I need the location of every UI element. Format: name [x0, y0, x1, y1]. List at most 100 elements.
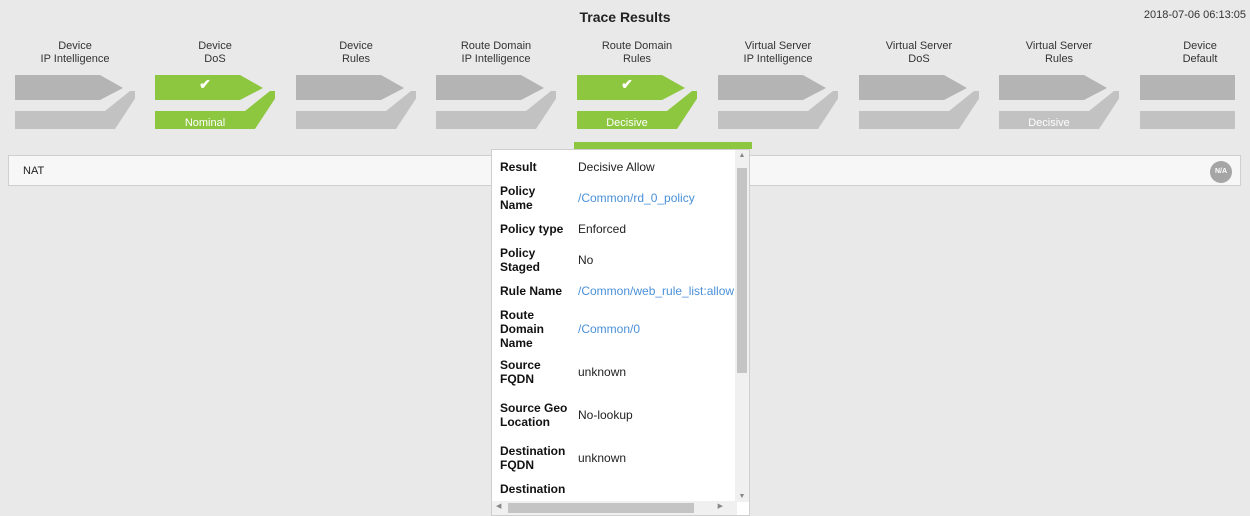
- timestamp: 2018-07-06 06:13:05: [1143, 9, 1246, 21]
- stage-label: Route Domain Rules: [567, 40, 707, 66]
- detail-value-link[interactable]: /Common/0: [570, 304, 734, 354]
- stage-virtual-server-rules[interactable]: Virtual Server Rules Decisive: [999, 40, 1119, 136]
- details-row: Result Decisive Allow: [500, 154, 734, 180]
- stage-arrow-upper: [296, 75, 404, 100]
- details-row: Policy type Enforced: [500, 216, 734, 242]
- detail-key: Policy Name: [500, 184, 536, 212]
- stage-arrow-icon: [15, 75, 135, 129]
- stage-label-line2: Rules: [622, 53, 652, 65]
- stage-arrow-upper: [15, 75, 123, 100]
- stage-device-dos[interactable]: Device DoS ✔ Nominal: [155, 40, 275, 136]
- stage-label: Virtual Server DoS: [849, 40, 989, 66]
- stage-arrow-upper: [436, 75, 544, 100]
- stage-label-line1: Virtual Server: [1025, 40, 1093, 52]
- details-row: Destination FQDN unknown: [500, 440, 734, 476]
- stage-label-line2: IP Intelligence: [743, 53, 813, 65]
- stage-label-line1: Route Domain: [460, 40, 532, 52]
- scroll-right-icon[interactable]: ▶: [718, 502, 723, 510]
- stage-route-domain-ip-intelligence[interactable]: Route Domain IP Intelligence: [436, 40, 556, 136]
- stage-arrow-upper: [859, 75, 967, 100]
- details-row: Source FQDN unknown: [500, 354, 734, 390]
- nat-label: NAT: [23, 165, 45, 177]
- stage-label-line1: Virtual Server: [744, 40, 812, 52]
- detail-key: Policy Staged: [500, 246, 541, 274]
- stage-device-ip-intelligence[interactable]: Device IP Intelligence: [15, 40, 135, 136]
- trace-pipeline: Device IP Intelligence Device DoS ✔ Nominal De…: [0, 40, 1250, 136]
- horizontal-scroll-thumb[interactable]: [508, 503, 694, 513]
- detail-key: Destination FQDN: [500, 444, 566, 472]
- stage-device-rules[interactable]: Device Rules: [296, 40, 416, 136]
- stage-arrow-icon: [859, 75, 979, 129]
- detail-key: Route Domain Name: [500, 308, 545, 350]
- vertical-scrollbar[interactable]: ▲ ▼: [735, 150, 749, 502]
- detail-value: [570, 476, 734, 502]
- detail-value: unknown: [578, 451, 627, 465]
- stage-label: Virtual Server Rules: [989, 40, 1129, 66]
- detail-value: Decisive Allow: [578, 160, 655, 174]
- stage-status: Decisive: [606, 117, 648, 129]
- stage-virtual-server-ip-intelligence[interactable]: Virtual Server IP Intelligence: [718, 40, 838, 136]
- details-row: Destination: [500, 476, 734, 502]
- stage-label-line1: Device: [58, 40, 92, 52]
- details-table: Result Decisive Allow Policy Name/Common/r…: [500, 154, 734, 502]
- detail-value: Enforced: [578, 222, 627, 236]
- stage-label: Device Default: [1130, 40, 1250, 66]
- stage-status: Decisive: [1028, 117, 1070, 129]
- stage-details-popup: Result Decisive Allow Policy Name/Common/r…: [491, 149, 750, 516]
- detail-key: Policy type: [500, 222, 564, 236]
- detail-value: No-lookup: [578, 408, 633, 422]
- scroll-up-icon[interactable]: ▲: [735, 152, 749, 159]
- detail-value: No: [578, 253, 594, 267]
- stage-device-default[interactable]: Device Default: [1140, 40, 1250, 136]
- stage-label: Virtual Server IP Intelligence: [708, 40, 848, 66]
- stage-label-line2: IP Intelligence: [40, 53, 110, 65]
- scroll-left-icon[interactable]: ◀: [496, 502, 501, 510]
- stage-label-line2: Rules: [1044, 53, 1074, 65]
- stage-label-line1: Device: [339, 40, 373, 52]
- stage-label-line1: Device: [198, 40, 232, 52]
- selected-stage-indicator: [574, 142, 752, 149]
- details-row: Rule Name/Common/web_rule_list:allow: [500, 278, 734, 304]
- stage-label-line2: DoS: [204, 53, 226, 65]
- stage-arrow-upper: [718, 75, 826, 100]
- stage-label-line2: Rules: [341, 53, 371, 65]
- stage-label-line2: Default: [1182, 53, 1218, 65]
- stage-route-domain-rules[interactable]: Route Domain Rules ✔ Decisive: [577, 40, 697, 136]
- stage-label: Device IP Intelligence: [5, 40, 145, 66]
- stage-label-line1: Route Domain: [601, 40, 673, 52]
- stage-arrow-icon: [436, 75, 556, 129]
- detail-value: unknown: [578, 365, 627, 379]
- stage-label-line2: IP Intelligence: [461, 53, 531, 65]
- details-row: Policy Name/Common/rd_0_policy: [500, 180, 734, 216]
- stage-arrow-upper: [1140, 75, 1235, 100]
- stage-virtual-server-dos[interactable]: Virtual Server DoS: [859, 40, 979, 136]
- stage-label-line2: DoS: [908, 53, 930, 65]
- na-badge: N/A: [1210, 161, 1232, 183]
- scroll-down-icon[interactable]: ▼: [735, 493, 749, 500]
- stage-arrow-icon: [718, 75, 838, 129]
- detail-key: Result: [500, 160, 537, 174]
- checkmark-icon: ✔: [199, 76, 211, 92]
- detail-key: Destination: [500, 482, 566, 496]
- stage-arrow-icon: [1140, 75, 1235, 129]
- horizontal-scrollbar[interactable]: ◀ ▶: [492, 501, 737, 515]
- detail-key: Source Geo Location: [500, 401, 568, 429]
- details-row: Source Geo Location No-lookup: [500, 390, 734, 440]
- detail-value-link[interactable]: /Common/web_rule_list:allow: [570, 278, 734, 304]
- stage-label-line1: Device: [1183, 40, 1217, 52]
- details-row: Policy Staged No: [500, 242, 734, 278]
- stage-arrow-lower: [1140, 111, 1235, 129]
- stage-status: Nominal: [184, 117, 226, 129]
- detail-key: Source FQDN: [500, 358, 541, 386]
- stage-label-line1: Virtual Server: [885, 40, 953, 52]
- stage-label: Device DoS: [145, 40, 285, 66]
- details-row: Route Domain Name/Common/0: [500, 304, 734, 354]
- stage-arrow-upper: [999, 75, 1107, 100]
- vertical-scroll-thumb[interactable]: [737, 168, 747, 373]
- page-title: Trace Results: [579, 9, 671, 25]
- checkmark-icon: ✔: [621, 76, 633, 92]
- detail-value-link[interactable]: /Common/rd_0_policy: [570, 180, 734, 216]
- detail-key: Rule Name: [500, 284, 563, 298]
- stage-label: Device Rules: [286, 40, 426, 66]
- stage-label: Route Domain IP Intelligence: [426, 40, 566, 66]
